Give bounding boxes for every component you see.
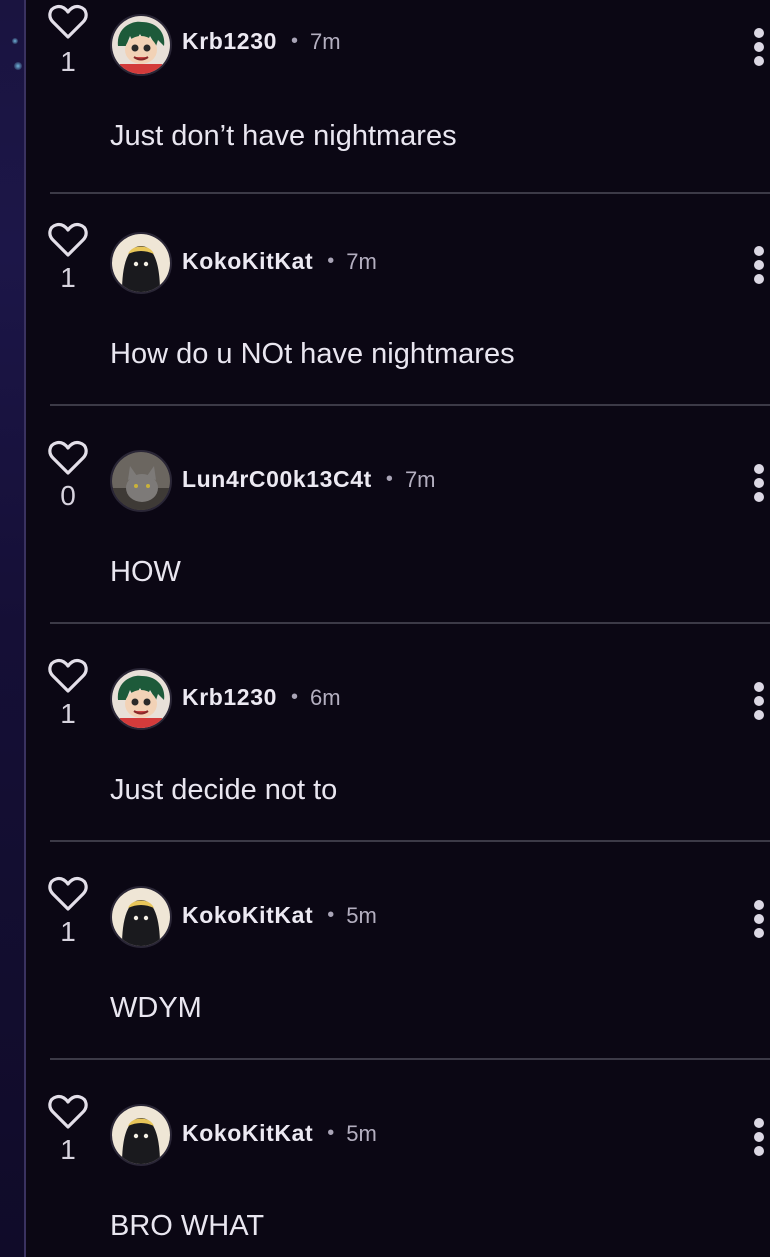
separator-dot: • [327,1122,335,1144]
like-button[interactable] [48,1094,88,1130]
dot-icon [754,682,764,692]
more-options-button[interactable] [752,246,766,286]
comment-item: 1 Krb1230 • 7m Just don’t have nightmare… [26,0,770,206]
comment-item: 1 KokoKitKat • 7m How do u NOt have nigh… [26,188,770,406]
more-options-button[interactable] [752,682,766,722]
comment-item: 1 KokoKitKat • 5m BRO WHAT [26,1060,770,1257]
timestamp: 6m [310,684,341,710]
comment-text: Just decide not to [110,774,338,806]
dot-icon [754,928,764,938]
dot-icon [754,42,764,52]
like-button[interactable] [48,876,88,912]
more-options-button[interactable] [752,1118,766,1158]
separator-dot: • [327,250,335,272]
dot-icon [754,696,764,706]
heart-icon [48,876,88,911]
comment-meta: Krb1230 • 7m [182,28,341,55]
like-count: 1 [60,46,76,77]
comment-text: WDYM [110,992,202,1024]
username[interactable]: Lun4rC00k13C4t [182,466,372,493]
star-decoration [12,38,18,44]
like-count: 0 [60,480,76,511]
dot-icon [754,914,764,924]
heart-icon [48,440,88,475]
more-options-button[interactable] [752,28,766,68]
comment-meta: Krb1230 • 6m [182,684,341,711]
comment-item: 0 Lun4rC00k13C4t • 7m HOW [26,406,770,624]
star-decoration [14,62,22,70]
user-avatar[interactable] [110,886,172,948]
like-count: 1 [60,916,76,947]
user-avatar[interactable] [110,1104,172,1166]
user-avatar[interactable] [110,232,172,294]
like-count: 1 [60,1134,76,1165]
dot-icon [754,1132,764,1142]
user-avatar[interactable] [110,668,172,730]
dot-icon [754,56,764,66]
like-button[interactable] [48,658,88,694]
dot-icon [754,246,764,256]
timestamp: 7m [404,466,436,492]
separator-dot: • [290,686,298,708]
comment-text: HOW [110,556,181,588]
user-avatar[interactable] [110,450,172,512]
user-avatar[interactable] [110,14,172,76]
dot-icon [754,900,764,910]
heart-icon [48,4,88,39]
like-button[interactable] [48,222,88,258]
comment-meta: KokoKitKat • 5m [182,902,377,929]
username[interactable]: KokoKitKat [182,248,313,275]
comment-item: 1 Krb1230 • 6m Just decide not to [26,624,770,842]
separator-dot: • [290,30,298,52]
comment-text: Just don’t have nightmares [110,120,457,152]
comment-text: How do u NOt have nightmares [110,338,515,370]
username[interactable]: Krb1230 [182,684,277,711]
heart-icon [48,1094,88,1129]
like-count: 1 [60,262,76,293]
comment-meta: KokoKitKat • 5m [182,1120,377,1147]
dot-icon [754,710,764,720]
dot-icon [754,464,764,474]
timestamp: 5m [346,902,377,928]
comment-text: BRO WHAT [110,1210,265,1242]
background-strip [0,0,24,1257]
comment-feed: 1 Krb1230 • 7m Just don’t have nightmare… [26,0,770,1257]
separator-dot: • [327,904,335,926]
comment-meta: KokoKitKat • 7m [182,248,377,275]
username[interactable]: KokoKitKat [182,1120,313,1147]
like-count: 1 [60,698,76,729]
more-options-button[interactable] [752,900,766,940]
comment-item: 1 KokoKitKat • 5m WDYM [26,842,770,1060]
timestamp: 7m [310,28,341,54]
username[interactable]: KokoKitKat [182,902,313,929]
dot-icon [754,1146,764,1156]
timestamp: 5m [346,1120,377,1146]
comment-meta: Lun4rC00k13C4t • 7m [182,466,436,493]
separator-dot: • [385,468,393,490]
more-options-button[interactable] [752,464,766,504]
like-button[interactable] [48,4,88,40]
dot-icon [754,260,764,270]
heart-icon [48,658,88,693]
dot-icon [754,492,764,502]
dot-icon [754,1118,764,1128]
dot-icon [754,478,764,488]
heart-icon [48,222,88,257]
dot-icon [754,28,764,38]
username[interactable]: Krb1230 [182,28,277,55]
dot-icon [754,274,764,284]
timestamp: 7m [346,248,377,274]
like-button[interactable] [48,440,88,476]
